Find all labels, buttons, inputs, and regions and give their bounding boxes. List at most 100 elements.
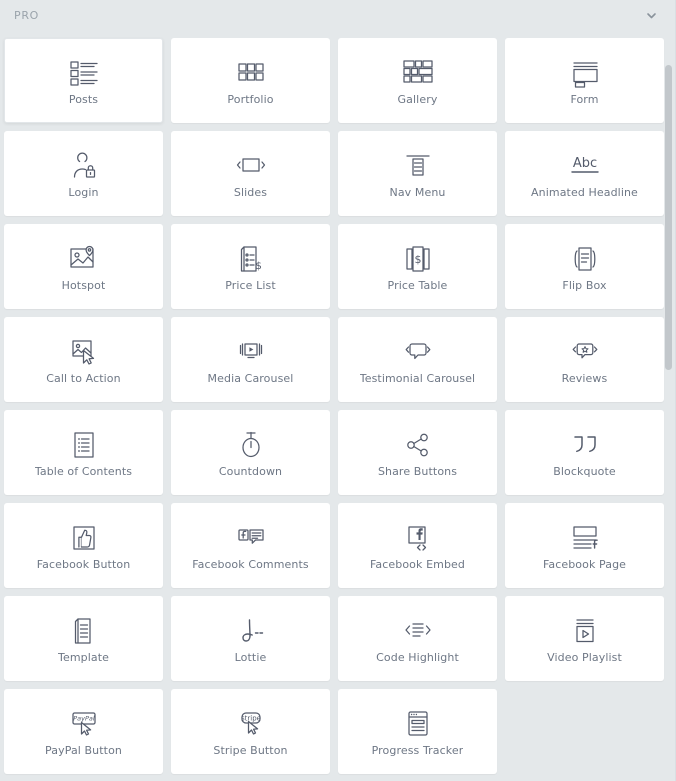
testimonial-carousel-icon (401, 334, 435, 370)
price-table-icon: $ (402, 241, 434, 277)
widget-card-facebook-page[interactable]: Facebook Page (505, 503, 664, 588)
widget-label: Portfolio (227, 93, 274, 106)
widget-card-countdown[interactable]: Countdown (171, 410, 330, 495)
widget-label: Facebook Comments (192, 558, 309, 571)
widget-card-hotspot[interactable]: Hotspot (4, 224, 163, 309)
widget-label: Animated Headline (531, 186, 638, 199)
widget-card-gallery[interactable]: Gallery (338, 38, 497, 123)
widget-label: Testimonial Carousel (359, 372, 476, 385)
widget-card-call-to-action[interactable]: Call to Action (4, 317, 163, 402)
widget-label: Facebook Embed (370, 558, 465, 571)
widget-card-login[interactable]: Login (4, 131, 163, 216)
widget-card-slides[interactable]: Slides (171, 131, 330, 216)
widget-card-code-highlight[interactable]: Code Highlight (338, 596, 497, 681)
widget-label: Hotspot (61, 279, 106, 292)
lottie-icon (234, 613, 268, 649)
widget-card-posts[interactable]: Posts (4, 38, 163, 123)
stripe-button-icon: stripe (233, 706, 269, 742)
widget-label: Slides (233, 186, 268, 199)
gallery-icon (401, 55, 435, 91)
widget-label: Video Playlist (547, 651, 622, 664)
facebook-comments-icon (234, 520, 268, 556)
widget-label: Stripe Button (213, 744, 288, 757)
widget-label: Template (58, 651, 109, 664)
svg-text:stripe: stripe (241, 714, 261, 722)
widget-card-lottie[interactable]: Lottie (171, 596, 330, 681)
widget-card-share-buttons[interactable]: Share Buttons (338, 410, 497, 495)
widget-card-template[interactable]: Template (4, 596, 163, 681)
widget-card-table-of-contents[interactable]: Table of Contents (4, 410, 163, 495)
paypal-button-icon: PayPal (66, 706, 102, 742)
login-icon (69, 148, 99, 184)
video-playlist-icon (570, 613, 600, 649)
widget-label: Progress Tracker (371, 744, 464, 757)
widget-card-price-table[interactable]: $ Price Table (338, 224, 497, 309)
widget-label: Price List (225, 279, 276, 292)
widget-card-nav-menu[interactable]: Nav Menu (338, 131, 497, 216)
pro-section-header[interactable]: PRO (0, 0, 676, 30)
widget-label: Facebook Page (542, 558, 627, 571)
svg-text:$: $ (255, 261, 261, 272)
code-highlight-icon (401, 613, 435, 649)
widget-card-paypal-button[interactable]: PayPal PayPal Button (4, 689, 163, 774)
flip-box-icon (568, 241, 602, 277)
table-of-contents-icon (70, 427, 98, 463)
widget-card-animated-headline[interactable]: Abc Animated Headline (505, 131, 664, 216)
widget-card-stripe-button[interactable]: stripe Stripe Button (171, 689, 330, 774)
panel-scrollbar[interactable] (663, 30, 674, 781)
section-title: PRO (14, 8, 40, 22)
widget-label: Code Highlight (376, 651, 459, 664)
price-list-icon: $ (236, 241, 266, 277)
widgets-grid: Posts Portfolio Gallery Form Login Slide… (0, 30, 676, 778)
svg-text:PayPal: PayPal (73, 715, 95, 723)
widget-card-facebook-comments[interactable]: Facebook Comments (171, 503, 330, 588)
call-to-action-icon (68, 334, 100, 370)
widget-label: Facebook Button (36, 558, 131, 571)
widget-card-reviews[interactable]: Reviews (505, 317, 664, 402)
widget-label: Blockquote (553, 465, 616, 478)
widget-card-facebook-embed[interactable]: Facebook Embed (338, 503, 497, 588)
widget-label: Flip Box (562, 279, 607, 292)
blockquote-icon (569, 427, 601, 463)
nav-menu-icon (403, 148, 433, 184)
animated-headline-icon: Abc (566, 148, 604, 184)
share-buttons-icon (402, 427, 434, 463)
widget-card-testimonial-carousel[interactable]: Testimonial Carousel (338, 317, 497, 402)
widget-card-portfolio[interactable]: Portfolio (171, 38, 330, 123)
reviews-icon (568, 334, 602, 370)
widget-card-media-carousel[interactable]: Media Carousel (171, 317, 330, 402)
widget-card-form[interactable]: Form (505, 38, 664, 123)
progress-tracker-icon (403, 706, 433, 742)
facebook-embed-icon (402, 520, 434, 556)
scrollbar-thumb[interactable] (665, 65, 672, 370)
widget-label: PayPal Button (45, 744, 122, 757)
widget-card-flip-box[interactable]: Flip Box (505, 224, 664, 309)
widget-label: Countdown (218, 465, 283, 478)
widgets-scroll-area[interactable]: Posts Portfolio Gallery Form Login Slide… (0, 30, 676, 781)
widget-label: Lottie (234, 651, 267, 664)
svg-text:$: $ (414, 253, 421, 266)
slides-icon (234, 148, 268, 184)
facebook-button-icon (69, 520, 99, 556)
widget-label: Table of Contents (34, 465, 133, 478)
widget-card-progress-tracker[interactable]: Progress Tracker (338, 689, 497, 774)
hotspot-icon (67, 241, 101, 277)
media-carousel-icon (234, 334, 268, 370)
widget-label: Call to Action (46, 372, 121, 385)
posts-icon (67, 55, 101, 91)
countdown-icon (236, 427, 266, 463)
widget-label: Nav Menu (389, 186, 446, 199)
form-icon (569, 55, 601, 91)
widget-card-price-list[interactable]: $ Price List (171, 224, 330, 309)
widget-label: Share Buttons (377, 465, 458, 478)
widget-label: Gallery (397, 93, 438, 106)
chevron-down-icon[interactable] (640, 4, 662, 26)
widget-card-video-playlist[interactable]: Video Playlist (505, 596, 664, 681)
svg-text:Abc: Abc (572, 156, 596, 171)
portfolio-icon (236, 55, 266, 91)
template-icon (70, 613, 98, 649)
facebook-page-icon (569, 520, 601, 556)
widget-label: Posts (68, 93, 99, 106)
widget-card-facebook-button[interactable]: Facebook Button (4, 503, 163, 588)
widget-card-blockquote[interactable]: Blockquote (505, 410, 664, 495)
